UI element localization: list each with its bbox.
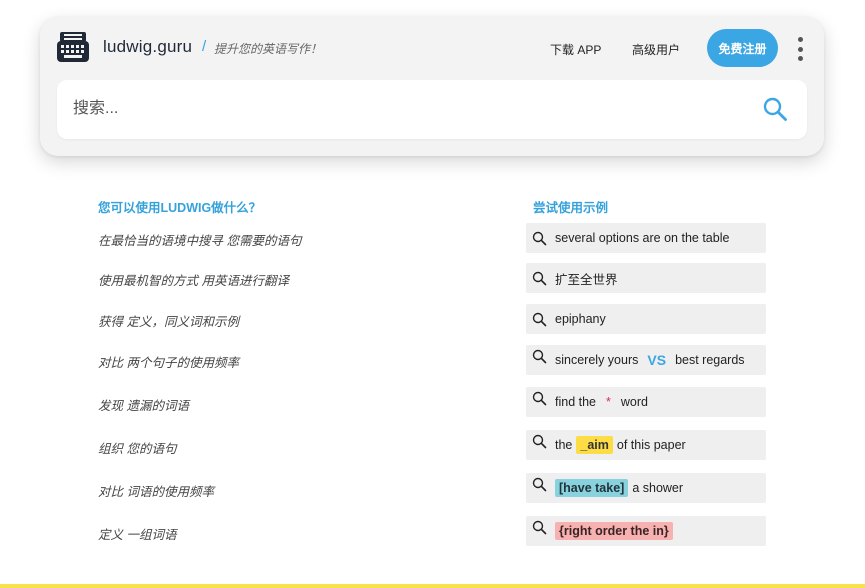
- example-text: a shower: [632, 481, 684, 495]
- menu-dot: [797, 37, 803, 42]
- search-icon: [532, 434, 547, 449]
- vs-label: VS: [647, 352, 667, 368]
- feature-item: 发现 遗漏的词语: [98, 399, 189, 413]
- nav-download-app[interactable]: 下载 APP: [550, 41, 601, 58]
- bottom-accent-bar: [0, 584, 865, 588]
- search-bar: [57, 80, 807, 139]
- example-text: of this paper: [616, 438, 686, 452]
- feature-item: 对比 两个句子的使用频率: [98, 356, 239, 370]
- example-query[interactable]: several options are on the table: [526, 223, 766, 253]
- search-icon: [532, 271, 547, 285]
- nav-pro-users[interactable]: 高级用户: [632, 41, 680, 58]
- example-text: epiphany: [555, 312, 606, 326]
- example-text: several options are on the table: [555, 231, 730, 245]
- brand-name[interactable]: ludwig.guru: [103, 37, 192, 57]
- example-brackets[interactable]: [have take] a shower: [526, 473, 766, 503]
- example-underscore[interactable]: the _aim of this paper: [526, 430, 766, 460]
- compare-right: best regards: [675, 353, 745, 367]
- example-text: 扩至全世界: [555, 272, 618, 287]
- search-icon: [532, 231, 547, 245]
- brackets-chip: [have take]: [555, 479, 629, 497]
- braces-chip: {right order the in}: [555, 522, 673, 540]
- search-icon: [532, 312, 547, 326]
- examples-heading: 尝试使用示例: [533, 201, 609, 215]
- example-compare[interactable]: sincerely yours VS best regards: [526, 345, 766, 375]
- feature-item: 使用最机智的方式 用英语进行翻译: [98, 274, 289, 288]
- more-vertical-icon[interactable]: [794, 37, 806, 61]
- feature-item: 组织 您的语句: [98, 442, 177, 456]
- search-icon[interactable]: [762, 96, 788, 122]
- example-braces[interactable]: {right order the in}: [526, 516, 766, 546]
- search-icon: [532, 520, 547, 535]
- signup-button[interactable]: 免费注册: [707, 29, 778, 67]
- search-input[interactable]: [73, 94, 733, 124]
- feature-item: 在最恰当的语境中搜寻 您需要的语句: [98, 234, 302, 248]
- tagline: 提升您的英语写作！: [214, 42, 323, 56]
- wildcard-star: *: [606, 395, 611, 409]
- example-text: word: [620, 395, 648, 409]
- menu-dot: [797, 56, 803, 61]
- brand-separator: /: [202, 38, 207, 55]
- menu-dot: [797, 46, 803, 52]
- compare-left: sincerely yours: [555, 353, 639, 367]
- header-card: ludwig.guru / 提升您的英语写作！ 下载 APP 高级用户 免费注册: [40, 17, 824, 156]
- example-text: find the: [555, 395, 597, 409]
- feature-item: 对比 词语的使用频率: [98, 485, 214, 499]
- example-query[interactable]: 扩至全世界: [526, 263, 766, 293]
- search-icon: [532, 349, 547, 364]
- search-icon: [532, 391, 547, 406]
- feature-item: 获得 定义，同义词和示例: [98, 315, 239, 329]
- example-query[interactable]: epiphany: [526, 304, 766, 334]
- typewriter-icon[interactable]: [56, 30, 90, 64]
- underscore-chip: _aim: [576, 436, 613, 454]
- features-heading: 您可以使用LUDWIG做什么？: [98, 201, 262, 215]
- example-text: the: [555, 438, 573, 452]
- example-wildcard[interactable]: find the * word: [526, 387, 766, 417]
- feature-item: 定义 一组词语: [98, 528, 177, 542]
- search-icon: [532, 477, 547, 492]
